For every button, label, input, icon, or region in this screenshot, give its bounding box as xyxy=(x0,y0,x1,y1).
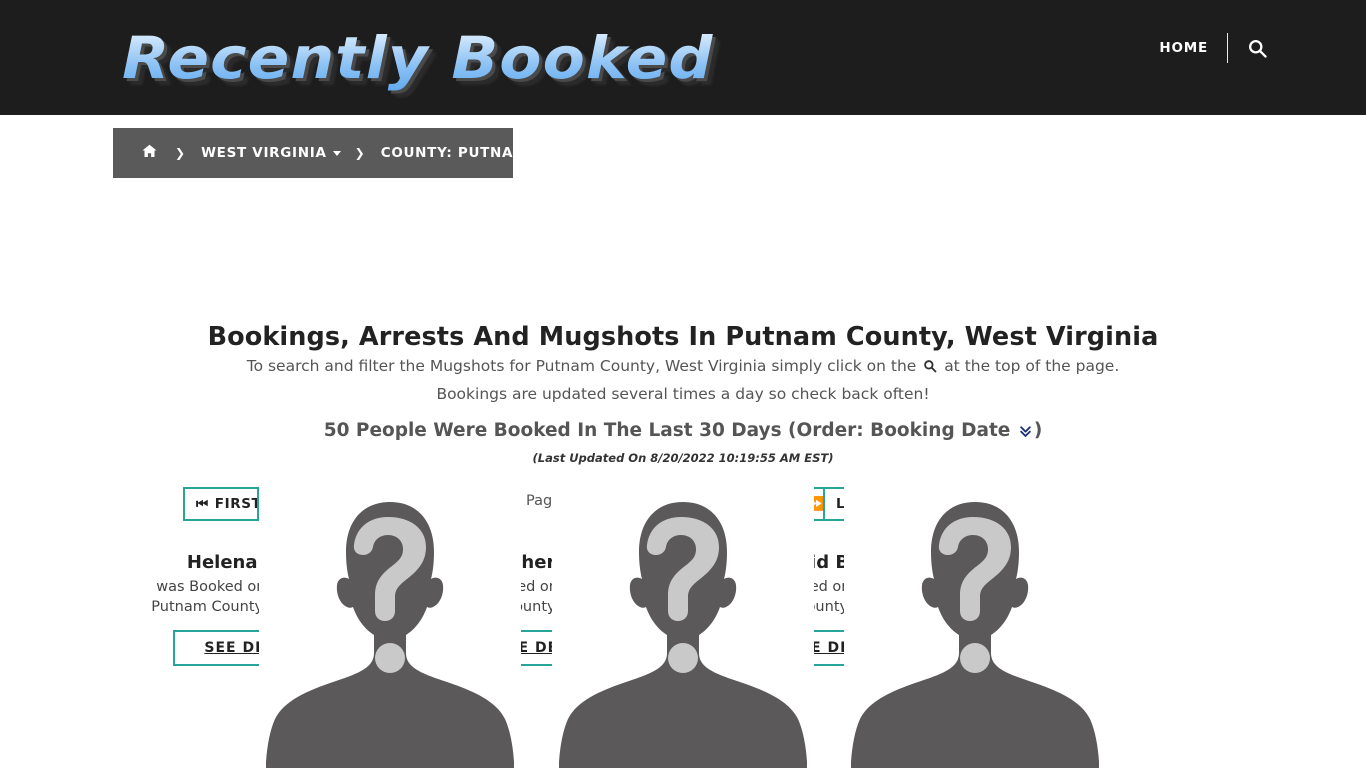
booking-count-suffix: ) xyxy=(1033,420,1043,441)
intro-line2: Bookings are updated several times a day… xyxy=(436,385,930,403)
site-header: Recently Booked HOME xyxy=(0,0,1366,115)
intro-text: To search and filter the Mugshots for Pu… xyxy=(0,353,1366,407)
last-updated-text: (Last Updated On 8/20/2022 10:19:55 AM E… xyxy=(532,451,834,465)
home-icon xyxy=(141,143,158,163)
nav-divider xyxy=(1227,33,1228,63)
nav-item-home[interactable]: HOME xyxy=(1159,40,1227,56)
intro-line1-b: at the top of the page. xyxy=(944,357,1120,375)
page-title: Bookings, Arrests And Mugshots In Putnam… xyxy=(207,322,1159,353)
first-page-label: FIRST xyxy=(214,496,262,512)
first-page-icon: ⏮ xyxy=(196,496,209,512)
search-icon xyxy=(1247,38,1268,59)
angle-double-down-icon[interactable] xyxy=(1018,423,1033,444)
breadcrumb-separator-2: ❯ xyxy=(354,146,365,160)
booking-count-text: 50 People Were Booked In The Last 30 Day… xyxy=(323,420,1011,441)
intro-line1-a: To search and filter the Mugshots for Pu… xyxy=(246,357,917,375)
search-icon-inline xyxy=(923,355,937,381)
breadcrumb-item-state[interactable]: WEST VIRGINIA xyxy=(201,145,327,161)
breadcrumb-separator: ❯ xyxy=(175,146,186,160)
chevron-down-icon-state[interactable] xyxy=(332,150,341,156)
search-button[interactable] xyxy=(1247,38,1268,59)
booking-card: Helena Fowler was Booked on 8/20/2022 in… xyxy=(113,478,522,768)
primary-nav: HOME xyxy=(1159,33,1268,63)
chevron-down-icon-county[interactable] xyxy=(533,150,542,156)
booking-count-heading: 50 People Were Booked In The Last 30 Day… xyxy=(0,420,1366,444)
booking-card-grid: Helena Fowler was Booked on 8/20/2022 in… xyxy=(113,478,1253,768)
breadcrumb: ❯ WEST VIRGINIA ❯ COUNTY: PUTNAM xyxy=(113,128,542,178)
breadcrumb-home-link[interactable] xyxy=(141,143,158,163)
site-logo[interactable]: Recently Booked xyxy=(122,20,713,96)
breadcrumb-item-county[interactable]: COUNTY: PUTNAM xyxy=(381,145,528,161)
